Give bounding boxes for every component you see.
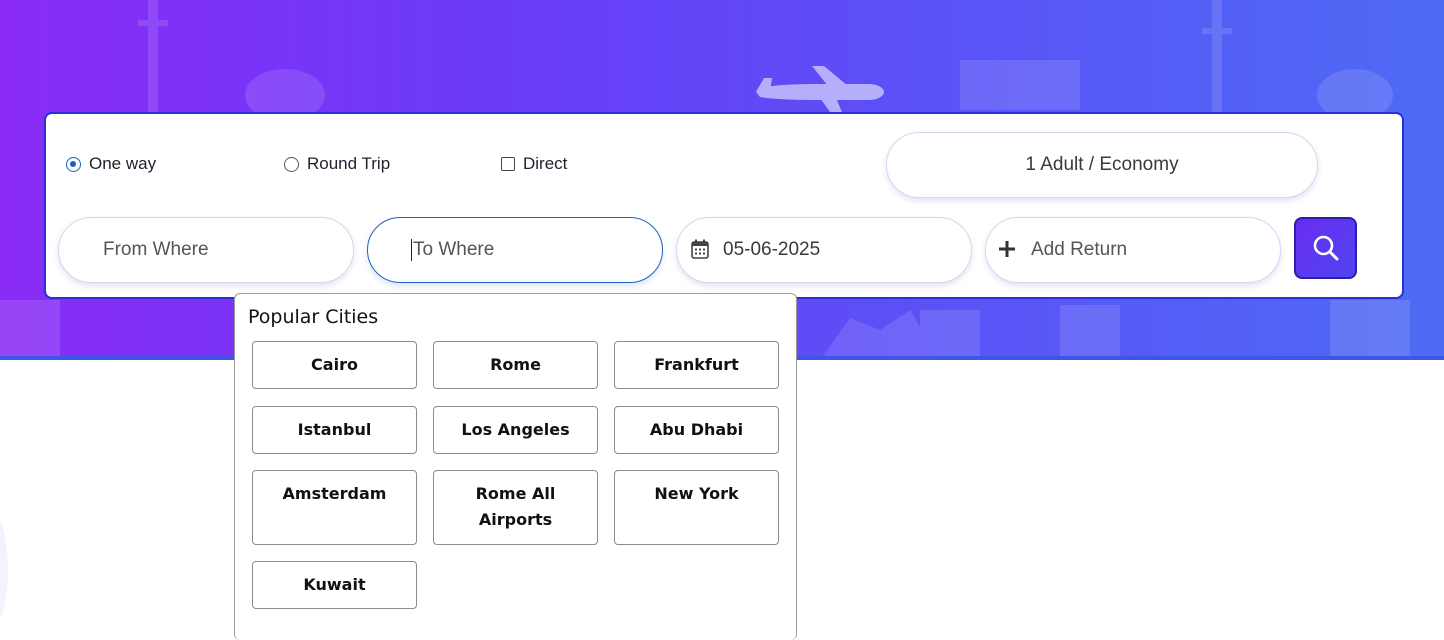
departure-date-field[interactable]: 05-06-2025 (676, 217, 972, 283)
city-option-los-angeles[interactable]: Los Angeles (433, 406, 598, 454)
passengers-class-selector[interactable]: 1 Adult / Economy (886, 132, 1318, 198)
popular-cities-title: Popular Cities (248, 306, 379, 328)
city-option-rome-all-airports[interactable]: Rome All Airports (433, 470, 598, 545)
departure-date-value: 05-06-2025 (723, 239, 821, 260)
round-trip-radio[interactable] (284, 156, 299, 172)
one-way-label: One way (89, 154, 157, 173)
city-option-cairo[interactable]: Cairo (252, 341, 417, 389)
city-option-frankfurt[interactable]: Frankfurt (614, 341, 779, 389)
city-option-abu-dhabi[interactable]: Abu Dhabi (614, 406, 779, 454)
trip-type-one-way[interactable]: One way (66, 152, 156, 176)
to-where-field[interactable] (367, 217, 663, 283)
trip-type-round-trip[interactable]: Round Trip (284, 152, 390, 176)
direct-checkbox[interactable] (501, 157, 515, 171)
city-option-new-york[interactable]: New York (614, 470, 779, 545)
plus-icon (998, 240, 1018, 260)
city-option-kuwait[interactable]: Kuwait (252, 561, 417, 609)
search-icon (1312, 234, 1340, 262)
city-option-rome[interactable]: Rome (433, 341, 598, 389)
to-where-input[interactable] (412, 239, 662, 261)
city-option-istanbul[interactable]: Istanbul (252, 406, 417, 454)
direct-label: Direct (523, 154, 568, 173)
passengers-class-label: 1 Adult / Economy (1025, 154, 1179, 175)
add-return-label: Add Return (1031, 239, 1128, 260)
round-trip-label: Round Trip (307, 154, 391, 173)
add-return-field[interactable]: Add Return (985, 217, 1281, 283)
decorative-circle (0, 500, 8, 640)
direct-flights-option[interactable]: Direct (501, 152, 567, 176)
city-option-amsterdam[interactable]: Amsterdam (252, 470, 417, 545)
text-cursor (411, 239, 412, 261)
from-where-field[interactable] (58, 217, 354, 283)
from-where-input[interactable] (103, 239, 353, 261)
one-way-radio[interactable] (66, 156, 81, 172)
airplane-icon (756, 66, 884, 112)
search-button[interactable] (1294, 217, 1357, 279)
calendar-icon (691, 239, 711, 261)
